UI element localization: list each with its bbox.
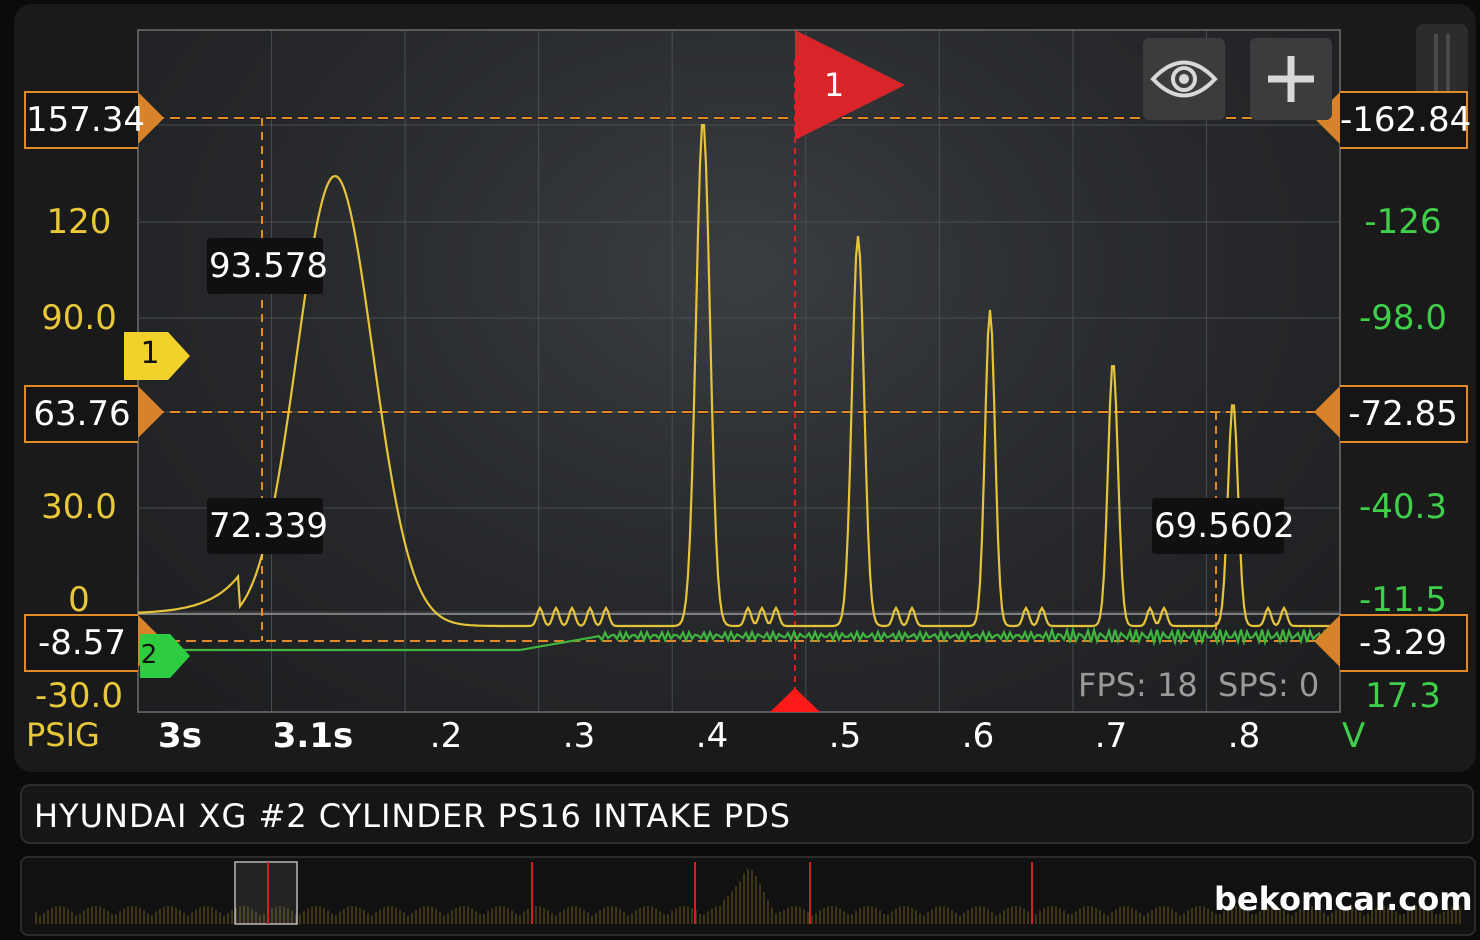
right-axis-tick: -98.0: [1359, 298, 1447, 338]
time-axis-tick: .5: [828, 716, 862, 756]
stats-readout: FPS: 18 SPS: 0: [1078, 666, 1320, 704]
left-cursor-top-value[interactable]: 157.34: [24, 91, 145, 149]
channel-1-marker-label[interactable]: 1: [138, 336, 162, 371]
channel-2-waveform: [170, 625, 1327, 652]
right-axis-tick: -11.5: [1359, 580, 1447, 620]
right-axis-tick: 17.3: [1365, 676, 1441, 716]
left-axis-unit: PSIG: [26, 716, 100, 754]
right-cursor-top-value[interactable]: -162.84: [1340, 91, 1471, 149]
visibility-button[interactable]: [1143, 38, 1225, 120]
left-cursor-bottom-value[interactable]: -8.57: [24, 614, 138, 672]
time-axis-tick: 3s: [158, 716, 202, 756]
add-button[interactable]: [1250, 38, 1332, 120]
left-axis-tick: 0: [68, 580, 90, 620]
grid: [137, 29, 1341, 713]
cursor-handle-right-mid: [1314, 386, 1340, 438]
right-axis-unit: V: [1342, 716, 1366, 756]
overview-viewport: [234, 861, 298, 925]
time-axis-tick: .4: [695, 716, 729, 756]
eye-icon: [1150, 60, 1218, 98]
cursor-handle-right-bottom: [1314, 615, 1340, 667]
cursor-readout: 93.578: [207, 238, 328, 294]
trigger-position-icon: [770, 688, 820, 712]
time-axis-tick: .8: [1227, 716, 1261, 756]
plot-frame: [137, 29, 1341, 713]
trigger-flag-label[interactable]: 1: [820, 66, 848, 104]
right-cursor-mid-value[interactable]: -72.85: [1340, 385, 1468, 443]
plus-icon: [1268, 56, 1314, 102]
watermark: bekomcar.com: [1214, 880, 1473, 918]
cursor-readout: 69.5602: [1152, 498, 1295, 554]
capture-title: HYUNDAI XG #2 CYLINDER PS16 INTAKE PDS: [20, 784, 1474, 844]
cursor-readout: 72.339: [207, 498, 328, 554]
left-axis-tick: 90.0: [41, 298, 117, 338]
channel-2-marker-label[interactable]: 2: [140, 640, 158, 670]
left-axis-tick: 120: [46, 202, 112, 242]
trigger-flag-icon: [795, 30, 905, 140]
right-axis-tick: -40.3: [1359, 487, 1447, 527]
left-cursor-mid-value[interactable]: 63.76: [24, 385, 138, 443]
left-axis-tick: -30.0: [35, 676, 123, 716]
time-axis-tick: .6: [961, 716, 995, 756]
time-axis-tick: .2: [429, 716, 463, 756]
left-axis-tick: 30.0: [41, 487, 117, 527]
cursor-handle-left-mid: [138, 386, 164, 438]
time-axis-tick: 3.1s: [272, 716, 354, 756]
right-cursor-bottom-value[interactable]: -3.29: [1340, 614, 1468, 672]
time-axis-tick: .7: [1094, 716, 1128, 756]
time-axis-tick: .3: [562, 716, 596, 756]
right-axis-tick: -126: [1364, 202, 1442, 242]
